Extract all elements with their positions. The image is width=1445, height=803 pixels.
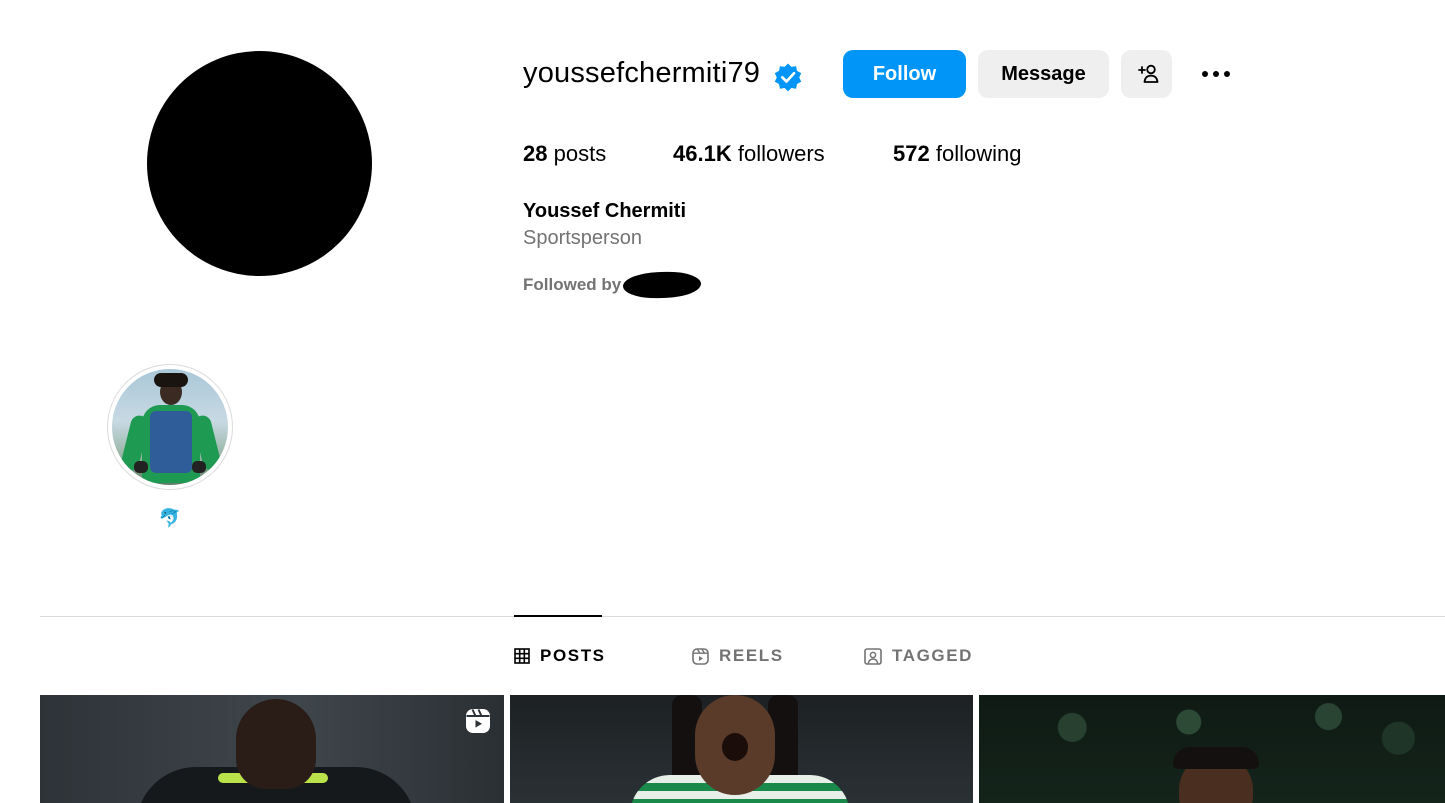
following-count-value: 572 (893, 141, 930, 166)
highlight-figure-glove (192, 461, 206, 473)
follow-button[interactable]: Follow (843, 50, 966, 98)
post-figure-mouth (722, 733, 748, 761)
more-dot (1224, 71, 1230, 77)
posts-count: 28 posts (523, 141, 606, 167)
followed-by[interactable]: Followed by (523, 270, 702, 300)
tagged-icon (864, 647, 882, 665)
post-figure-head (236, 699, 316, 789)
more-horizontal-icon (1202, 71, 1208, 77)
posts-count-label: posts (553, 141, 607, 166)
post-figure-hair (1173, 747, 1259, 769)
tab-reels-label: REELS (719, 646, 784, 665)
post-thumbnail[interactable] (979, 695, 1445, 803)
profile-page: youssefchermiti79 Follow Message 28 post… (0, 0, 1445, 803)
following-count-label: following (935, 141, 1022, 166)
profile-avatar[interactable] (147, 51, 372, 276)
tab-tagged[interactable]: TAGGED (864, 645, 973, 667)
username: youssefchermiti79 (523, 57, 761, 89)
message-button[interactable]: Message (978, 50, 1109, 98)
active-tab-indicator (514, 615, 602, 617)
more-options-button[interactable] (1195, 62, 1237, 86)
reels-icon (692, 647, 709, 665)
category-label: Sportsperson (523, 227, 642, 249)
followers-count-label: followers (737, 141, 825, 166)
grid-icon (514, 648, 530, 664)
add-person-icon (1137, 64, 1158, 83)
post-thumbnail[interactable] (510, 695, 973, 803)
followed-by-label: Followed by (523, 275, 622, 294)
reel-badge-icon (466, 709, 490, 733)
story-highlight[interactable] (107, 364, 233, 490)
verified-badge-icon (774, 63, 802, 92)
highlight-figure-bib (150, 411, 192, 473)
tabs-divider (40, 616, 1445, 617)
highlight-cover-image (112, 369, 228, 485)
more-dot (1213, 71, 1219, 77)
following-link[interactable]: 572 following (893, 141, 1021, 167)
followers-count-value: 46.1K (673, 141, 732, 166)
suggest-user-button[interactable] (1121, 50, 1172, 98)
posts-count-value: 28 (523, 141, 548, 166)
full-name: Youssef Chermiti (523, 200, 686, 222)
followers-link[interactable]: 46.1K followers (673, 141, 825, 167)
highlight-figure-glove (134, 461, 148, 473)
tab-reels[interactable]: REELS (692, 645, 784, 667)
highlight-title: 🐬 (158, 508, 182, 528)
tab-tagged-label: TAGGED (892, 646, 974, 665)
tab-posts[interactable]: POSTS (514, 645, 606, 667)
post-thumbnail[interactable] (40, 695, 504, 803)
redacted-username (622, 270, 702, 300)
highlight-figure-hair (154, 373, 188, 387)
tab-posts-label: POSTS (540, 646, 606, 665)
